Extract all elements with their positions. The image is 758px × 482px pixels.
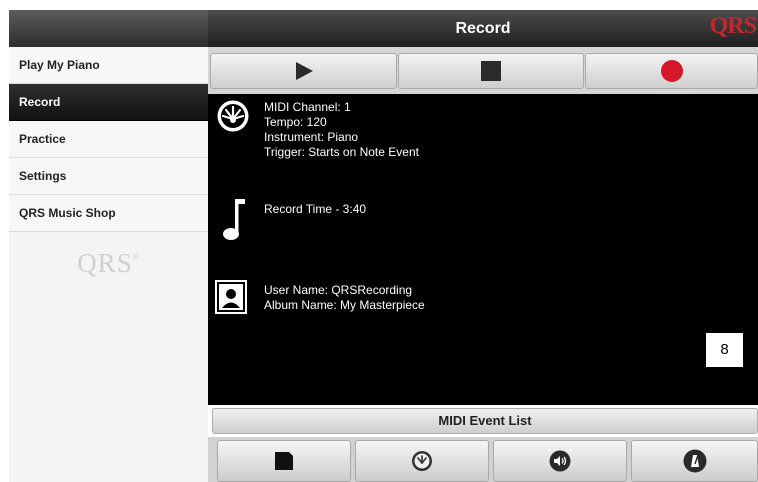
- instrument-text: Instrument: Piano: [264, 130, 359, 144]
- transport-bar: [208, 47, 758, 94]
- save-button[interactable]: [217, 440, 351, 482]
- tempo-dial-icon: [412, 451, 432, 471]
- sidebar-header: [9, 10, 208, 47]
- record-button[interactable]: [585, 53, 758, 89]
- record-time-info: Record Time - 3:40: [264, 202, 366, 217]
- tempo-dial-icon: [217, 100, 249, 132]
- sidebar-logo: QRS®: [77, 248, 140, 278]
- play-icon: [295, 62, 313, 80]
- tempo-button[interactable]: [355, 440, 489, 482]
- bottom-toolbar: [208, 437, 758, 482]
- midi-channel-text: MIDI Channel: 1: [264, 100, 351, 114]
- sidebar-item-settings[interactable]: Settings: [9, 158, 208, 195]
- volume-button[interactable]: [493, 440, 627, 482]
- play-button[interactable]: [210, 53, 397, 89]
- sidebar-item-record[interactable]: Record: [9, 84, 208, 121]
- number-badge: 8: [706, 333, 743, 367]
- qrs-logo: QRS: [709, 13, 757, 39]
- sidebar: Play My Piano Record Practice Settings Q…: [9, 10, 208, 482]
- album-name-text: Album Name: My Masterpiece: [264, 298, 425, 312]
- user-album-info: User Name: QRSRecording Album Name: My M…: [264, 283, 425, 313]
- main-area: Record QRS MIDI Channel: 1 Tempo: 120 In…: [208, 10, 758, 482]
- sidebar-item-practice[interactable]: Practice: [9, 121, 208, 158]
- record-icon: [660, 60, 683, 82]
- top-bar: Record QRS: [208, 10, 758, 47]
- trigger-text: Trigger: Starts on Note Event: [264, 145, 419, 159]
- metronome-icon: [683, 449, 706, 473]
- page-title: Record: [455, 20, 511, 37]
- save-icon: [275, 452, 293, 470]
- stop-icon: [481, 61, 501, 81]
- tempo-text: Tempo: 120: [264, 115, 327, 129]
- volume-icon: [549, 450, 571, 472]
- midi-event-list-button[interactable]: MIDI Event List: [212, 408, 758, 434]
- music-note-icon: [223, 199, 245, 240]
- sidebar-item-qrs-music-shop[interactable]: QRS Music Shop: [9, 195, 208, 232]
- session-settings: MIDI Channel: 1 Tempo: 120 Instrument: P…: [264, 100, 419, 160]
- metronome-button[interactable]: [631, 440, 758, 482]
- record-time-text: Record Time - 3:40: [264, 202, 367, 216]
- user-name-text: User Name: QRSRecording: [264, 283, 413, 297]
- recording-info-panel: MIDI Channel: 1 Tempo: 120 Instrument: P…: [208, 94, 758, 405]
- user-profile-icon: [215, 280, 247, 314]
- sidebar-item-play-my-piano[interactable]: Play My Piano: [9, 47, 208, 84]
- stop-button[interactable]: [398, 53, 584, 89]
